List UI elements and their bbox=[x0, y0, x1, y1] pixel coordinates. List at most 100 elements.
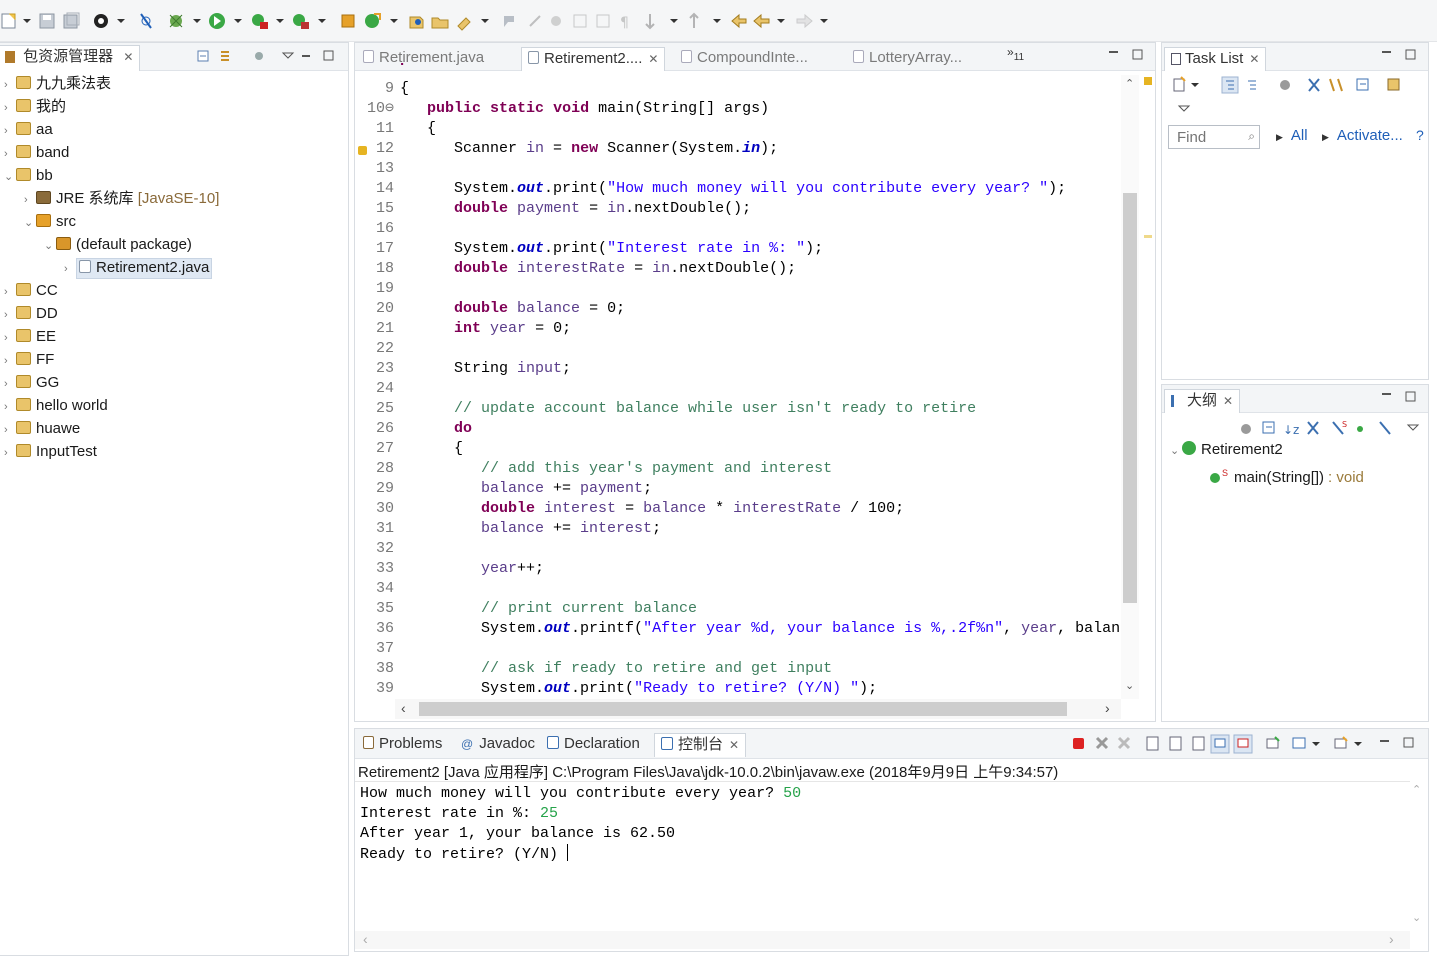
tab-lotteryarray[interactable]: LotteryArray... bbox=[847, 47, 968, 71]
tree-item-project[interactable]: › CC bbox=[4, 280, 58, 302]
tab-package-explorer[interactable]: 包资源管理器 ✕ bbox=[0, 45, 141, 71]
code-line[interactable]: public static void main(String[] args) bbox=[400, 99, 769, 119]
console-horizontal-scrollbar[interactable]: ‹ › bbox=[355, 931, 1410, 949]
code-line[interactable]: int year = 0; bbox=[400, 319, 571, 339]
outline-class-node[interactable]: ⌄ Retirement2 bbox=[1170, 439, 1283, 461]
tree-item-src[interactable]: ⌄ src bbox=[24, 211, 76, 233]
tab-declaration[interactable]: Declaration bbox=[541, 733, 646, 757]
declaration-icon bbox=[547, 736, 559, 749]
editor-vertical-scrollbar[interactable]: ⌃ ⌄ bbox=[1121, 75, 1139, 699]
close-icon[interactable]: ✕ bbox=[123, 50, 133, 64]
code-line[interactable]: { bbox=[400, 119, 436, 139]
outline-method-node[interactable]: Smain(String[]): void bbox=[1210, 462, 1364, 486]
code-line[interactable]: System.out.printf("After year %d, your b… bbox=[400, 619, 1120, 639]
chevron-right-icon[interactable]: › bbox=[4, 304, 16, 326]
tree-item-project[interactable]: › aa bbox=[4, 119, 53, 141]
code-line[interactable]: double interestRate = in.nextDouble(); bbox=[400, 259, 796, 279]
activate-link[interactable]: ▶ Activate... bbox=[1322, 127, 1403, 144]
code-line[interactable]: System.out.print("Ready to retire? (Y/N)… bbox=[400, 679, 877, 699]
chevron-right-icon[interactable]: › bbox=[4, 396, 16, 418]
chevron-right-icon[interactable]: › bbox=[4, 120, 16, 142]
code-line[interactable]: // ask if ready to retire and get input bbox=[400, 659, 832, 679]
chevron-down-icon[interactable]: ⌄ bbox=[4, 166, 16, 188]
chevron-right-icon[interactable]: › bbox=[4, 350, 16, 372]
package-explorer-tabbar: 包资源管理器 ✕ bbox=[0, 43, 348, 71]
chevron-right-icon[interactable]: › bbox=[4, 327, 16, 349]
tree-item-project[interactable]: › InputTest bbox=[4, 441, 97, 463]
code-line[interactable]: year++; bbox=[400, 559, 544, 579]
chevron-right-icon[interactable]: › bbox=[64, 258, 76, 280]
all-link[interactable]: ▶ All bbox=[1276, 127, 1308, 144]
tab-console[interactable]: 控制台 ✕ bbox=[654, 733, 747, 757]
scroll-down-arrow-icon[interactable]: ⌄ bbox=[1412, 911, 1421, 924]
chevron-right-icon[interactable]: › bbox=[4, 74, 16, 96]
code-line[interactable]: { bbox=[400, 79, 409, 99]
code-line[interactable]: System.out.print("Interest rate in %: ")… bbox=[400, 239, 823, 259]
tree-item-java-file-selected[interactable]: › Retirement2.java bbox=[64, 257, 213, 280]
tab-outline[interactable]: 大纲 ✕ bbox=[1164, 389, 1241, 413]
chevron-right-icon[interactable]: › bbox=[4, 419, 16, 441]
tree-item-project-expanded[interactable]: ⌄ bb bbox=[4, 165, 53, 187]
console-output[interactable]: How much money will you contribute every… bbox=[355, 781, 1410, 931]
tab-javadoc[interactable]: @ Javadoc bbox=[455, 733, 541, 757]
tree-item-project[interactable]: › 九九乘法表 bbox=[4, 73, 111, 95]
tree-item-project[interactable]: › DD bbox=[4, 303, 58, 325]
code-line[interactable]: balance += interest; bbox=[400, 519, 661, 539]
code-line[interactable]: String input; bbox=[400, 359, 571, 379]
code-line[interactable]: Scanner in = new Scanner(System.in); bbox=[400, 139, 778, 159]
tree-item-project[interactable]: › 我的 bbox=[4, 96, 66, 118]
scroll-left-arrow-icon[interactable]: ‹ bbox=[363, 931, 368, 947]
find-field[interactable]: ⌕ bbox=[1168, 125, 1260, 149]
tree-item-project[interactable]: › GG bbox=[4, 372, 59, 394]
tab-overflow-button[interactable]: »11 bbox=[1007, 45, 1024, 63]
chevron-down-icon[interactable]: ⌄ bbox=[44, 235, 56, 257]
code-line[interactable]: double interest = balance * interestRate… bbox=[400, 499, 904, 519]
code-area[interactable]: 9 {10⊖ public static void main(String[] a… bbox=[355, 79, 1121, 699]
code-line[interactable]: // add this year's payment and interest bbox=[400, 459, 832, 479]
occurrence-overview-marker[interactable] bbox=[1144, 235, 1152, 238]
tree-item-project[interactable]: › band bbox=[4, 142, 69, 164]
console-vertical-scrollbar[interactable]: ⌃ ⌄ bbox=[1408, 781, 1426, 931]
chevron-down-icon[interactable]: ⌄ bbox=[24, 212, 36, 234]
tree-item-jre-library[interactable]: › JRE 系统库 [JavaSE-10] bbox=[24, 188, 219, 210]
close-icon[interactable]: ✕ bbox=[1223, 394, 1233, 408]
close-icon[interactable]: ✕ bbox=[1249, 52, 1259, 66]
chevron-right-icon[interactable]: › bbox=[4, 373, 16, 395]
help-icon[interactable]: ? bbox=[1416, 127, 1424, 143]
warning-overview-marker[interactable] bbox=[1144, 77, 1152, 85]
tree-item-project[interactable]: › huawe bbox=[4, 418, 80, 440]
scroll-thumb[interactable] bbox=[1123, 193, 1137, 603]
tab-problems[interactable]: Problems bbox=[357, 733, 448, 757]
chevron-right-icon[interactable]: › bbox=[4, 281, 16, 303]
tree-item-project[interactable]: › hello world bbox=[4, 395, 108, 417]
code-line[interactable]: // print current balance bbox=[400, 599, 697, 619]
scroll-up-arrow-icon[interactable]: ⌃ bbox=[1125, 77, 1134, 90]
code-line[interactable]: // update account balance while user isn… bbox=[400, 399, 976, 419]
scroll-right-arrow-icon[interactable]: › bbox=[1389, 931, 1394, 947]
code-line[interactable]: System.out.print("How much money will yo… bbox=[400, 179, 1066, 199]
editor-horizontal-scrollbar[interactable]: ‹ › bbox=[395, 699, 1121, 719]
horizontal-scroll-thumb[interactable] bbox=[419, 702, 1067, 716]
tab-task-list[interactable]: Task List ✕ bbox=[1164, 47, 1267, 71]
code-line[interactable]: double balance = 0; bbox=[400, 299, 625, 319]
close-icon[interactable]: ✕ bbox=[729, 738, 739, 752]
tree-item-default-package[interactable]: ⌄ (default package) bbox=[44, 234, 192, 256]
scroll-up-arrow-icon[interactable]: ⌃ bbox=[1412, 783, 1421, 796]
code-line[interactable]: do bbox=[400, 419, 472, 439]
chevron-right-icon[interactable]: › bbox=[4, 143, 16, 165]
code-line[interactable]: { bbox=[400, 439, 463, 459]
chevron-right-icon[interactable]: › bbox=[24, 189, 36, 211]
tree-item-project[interactable]: › FF bbox=[4, 349, 54, 371]
chevron-right-icon[interactable]: › bbox=[4, 442, 16, 464]
tree-item-project[interactable]: › EE bbox=[4, 326, 56, 348]
code-line[interactable]: double payment = in.nextDouble(); bbox=[400, 199, 751, 219]
close-icon[interactable]: ✕ bbox=[648, 52, 658, 66]
code-line[interactable]: balance += payment; bbox=[400, 479, 652, 499]
scroll-left-arrow-icon[interactable]: ‹ bbox=[401, 700, 406, 716]
scroll-right-arrow-icon[interactable]: › bbox=[1105, 700, 1110, 716]
chevron-right-icon[interactable]: › bbox=[4, 97, 16, 119]
tab-compoundinterest[interactable]: CompoundInte... bbox=[675, 47, 814, 71]
find-input[interactable] bbox=[1169, 126, 1241, 148]
chevron-down-icon[interactable]: ⌄ bbox=[1170, 440, 1182, 462]
scroll-down-arrow-icon[interactable]: ⌄ bbox=[1125, 679, 1134, 692]
